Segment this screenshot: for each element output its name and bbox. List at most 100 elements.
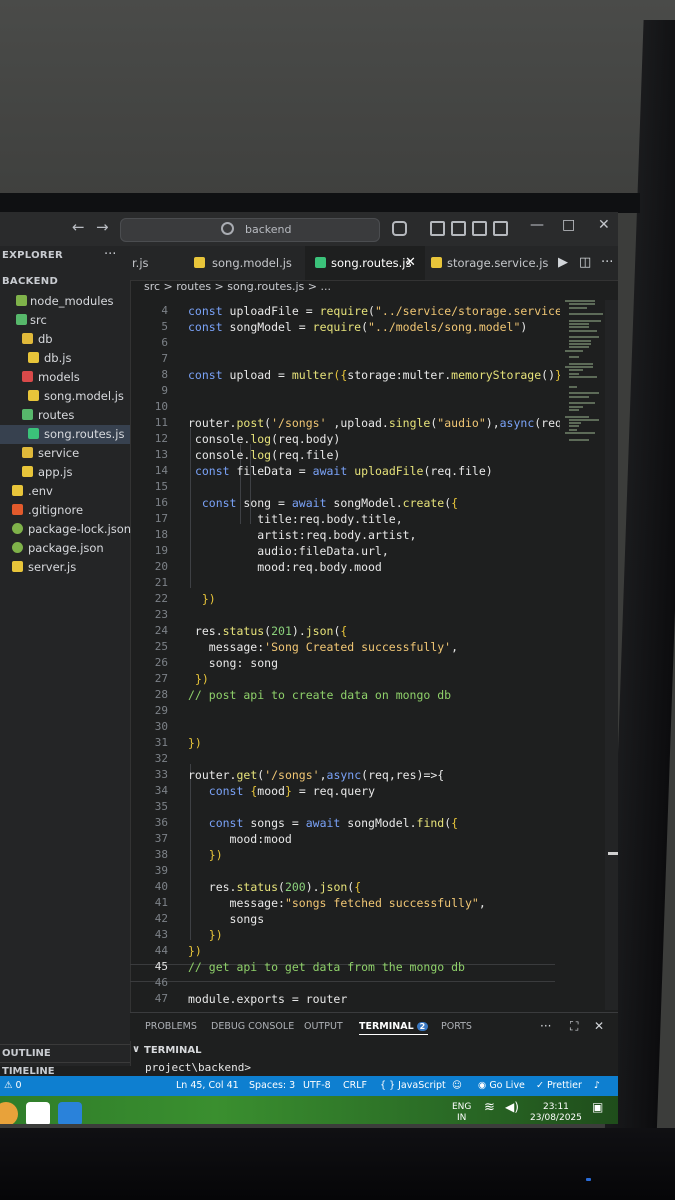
tab-storage-service[interactable]: storage.service.js [425,246,548,280]
code-line[interactable]: mood:req.body.mood [188,560,382,574]
tree-item-service[interactable]: service [0,444,130,463]
tree-item-db-folder[interactable]: db [0,330,130,349]
tab-problems[interactable]: PROBLEMS [145,1021,197,1032]
back-arrow-icon[interactable]: ← [72,218,85,236]
tab-song-routes[interactable]: song.routes.js ✕ [305,246,425,280]
minimize-button[interactable]: — [530,217,544,233]
editor-scrollbar[interactable] [605,300,618,1010]
encoding[interactable]: UTF-8 [303,1080,331,1091]
tree-item-env[interactable]: .env [0,482,130,501]
code-line[interactable]: }) [188,944,202,958]
clock[interactable]: 23:11 23/08/2025 [530,1102,582,1124]
tree-item-db-js[interactable]: db.js [0,349,130,368]
code-line[interactable]: const songs = await songModel.find({ [188,816,458,830]
outline-section[interactable]: OUTLINE [0,1044,130,1063]
wifi-icon[interactable]: ≋ [484,1101,495,1114]
tab-terminal[interactable]: TERMINAL 2 [359,1021,429,1035]
code-line[interactable]: songs [188,912,265,926]
code-line[interactable]: title:req.body.title, [188,512,402,526]
tree-item-routes[interactable]: routes [0,406,130,425]
copilot-icon[interactable] [392,221,407,236]
maximize-panel-icon[interactable]: ⛶ [570,1019,578,1034]
close-panel-icon[interactable]: ✕ [594,1019,604,1033]
code-line[interactable]: module.exports = router [188,992,347,1006]
weather-widget-icon[interactable] [0,1102,18,1124]
tab-debug-console[interactable]: DEBUG CONSOLE [211,1021,294,1032]
code-line[interactable]: // get api to get data from the mongo db [188,960,465,974]
code-line[interactable]: artist:req.body.artist, [188,528,416,542]
tree-item-node-modules[interactable]: node_modules [0,292,130,311]
more-actions-icon[interactable]: ··· [601,255,613,270]
tree-item-song-model[interactable]: song.model.js [0,387,130,406]
indentation[interactable]: Spaces: 3 [249,1080,295,1091]
scroll-thumb[interactable] [608,852,618,855]
command-center-search[interactable]: backend [120,218,380,242]
go-live-button[interactable]: ◉ Go Live [478,1080,525,1091]
maximize-button[interactable]: □ [562,217,575,233]
code-line[interactable]: audio:fileData.url, [188,544,389,558]
code-line[interactable]: const fileData = await uploadFile(req.fi… [188,464,493,478]
panel-more-icon[interactable]: ··· [540,1019,551,1033]
tab-r-js[interactable]: r.js [130,246,180,280]
notification-center-icon[interactable]: ▣ [592,1101,603,1113]
code-line[interactable]: const upload = multer({storage:multer.me… [188,368,560,382]
volume-icon[interactable]: ◀) [505,1101,519,1113]
code-line[interactable]: }) [188,848,223,862]
tree-item-package-lock[interactable]: package-lock.json [0,520,131,539]
code-line[interactable]: }) [188,736,202,750]
terminal-app-icon[interactable] [26,1102,50,1124]
toggle-sidebar-icon[interactable] [451,221,466,236]
code-line[interactable]: const uploadFile = require("../service/s… [188,304,560,318]
workspace-root[interactable]: BACKEND [2,276,58,287]
close-window-button[interactable]: ✕ [598,217,610,233]
split-editor-icon[interactable]: ◫ [579,255,591,270]
tree-item-song-routes[interactable]: song.routes.js [0,425,130,444]
tab-ports[interactable]: PORTS [441,1021,472,1032]
tree-item-gitignore[interactable]: .gitignore [0,501,130,520]
code-editor[interactable]: 4 const uploadFile = require("../service/… [130,300,560,1010]
code-line[interactable]: console.log(req.body) [188,432,340,446]
tab-output[interactable]: OUTPUT [304,1021,343,1032]
code-line[interactable]: message:"songs fetched successfully", [188,896,486,910]
code-line[interactable]: song: song [188,656,278,670]
code-line[interactable]: }) [188,672,209,686]
tab-song-model[interactable]: song.model.js [180,246,305,280]
vscode-app-icon[interactable] [58,1102,82,1124]
code-line[interactable]: router.post('/songs' ,upload.single("aud… [188,416,560,430]
breadcrumb[interactable]: src > routes > song.routes.js > ... [144,280,331,300]
code-line[interactable]: const song = await songModel.create({ [188,496,458,510]
close-tab-icon[interactable]: ✕ [405,255,416,270]
layout-icon[interactable] [430,221,445,236]
problems-indicator[interactable]: ⚠ 0 [4,1080,22,1091]
tree-item-models[interactable]: models [0,368,130,387]
code-line[interactable]: mood:mood [188,832,292,846]
tree-item-src[interactable]: src [0,311,130,330]
code-line[interactable]: }) [188,592,216,606]
code-line[interactable]: res.status(200).json({ [188,880,361,894]
code-line[interactable]: }) [188,928,223,942]
code-line[interactable]: router.get('/songs',async(req,res)=>{ [188,768,444,782]
minimap[interactable] [563,300,603,450]
terminal-prompt[interactable]: project\backend> [145,1061,251,1074]
tree-item-package-json[interactable]: package.json [0,539,130,558]
tree-item-app-js[interactable]: app.js [0,463,130,482]
explorer-more-icon[interactable]: ··· [104,247,116,262]
code-line[interactable]: const {mood} = req.query [188,784,375,798]
cursor-position[interactable]: Ln 45, Col 41 [176,1080,239,1091]
code-line[interactable]: console.log(req.file) [188,448,340,462]
code-line[interactable]: res.status(201).json({ [188,624,347,638]
code-line[interactable]: // post api to create data on mongo db [188,688,451,702]
forward-arrow-icon[interactable]: → [96,218,109,236]
run-icon[interactable]: ▶ [558,255,568,270]
notifications-icon[interactable]: ♪ [594,1080,600,1091]
language-indicator[interactable]: ENG IN [452,1102,471,1124]
toggle-panel-icon[interactable] [472,221,487,236]
code-line[interactable]: message:'Song Created successfully', [188,640,458,654]
tree-item-server-js[interactable]: server.js [0,558,130,577]
language-mode[interactable]: { } JavaScript [380,1080,446,1091]
code-line[interactable]: const songModel = require("../models/son… [188,320,527,334]
prettier-status[interactable]: ✓ Prettier [536,1080,582,1091]
terminal-header[interactable]: ∨ TERMINAL [130,1042,618,1058]
copilot-status-icon[interactable]: ☺ [452,1080,462,1091]
toggle-secondary-sidebar-icon[interactable] [493,221,508,236]
